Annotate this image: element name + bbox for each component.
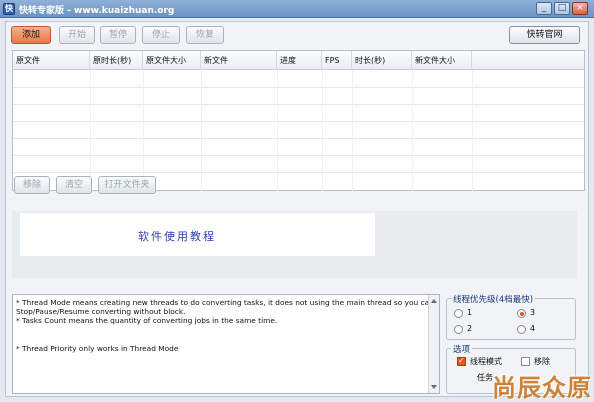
stop-button[interactable]: 停止 — [142, 26, 180, 44]
tutorial-banner-text[interactable]: 软件使用教程 — [138, 228, 216, 244]
priority-radio-2[interactable] — [454, 325, 463, 334]
website-button[interactable]: 快转官网 — [509, 26, 580, 44]
priority-label-3: 3 — [530, 308, 536, 317]
column-header-source-duration[interactable]: 原时长(秒) — [90, 51, 143, 70]
grid-line — [201, 70, 202, 191]
tasks-label: 任务 — [477, 373, 493, 382]
remove-checkbox[interactable] — [521, 357, 530, 366]
grid-line — [277, 70, 278, 191]
column-header-duration[interactable]: 时长(秒) — [352, 51, 412, 70]
grid-line — [13, 155, 584, 156]
file-table[interactable]: 原文件 原时长(秒) 原文件大小 新文件 进度 FPS 时长(秒) 新文件大小 — [12, 50, 585, 191]
scroll-down-icon[interactable] — [431, 385, 437, 389]
window-title: 快转专家版 - www.kuaizhuan.org — [19, 6, 175, 16]
help-line: * Tasks Count means the quantity of conv… — [16, 316, 278, 325]
grid-line — [13, 104, 584, 105]
start-button[interactable]: 开始 — [59, 26, 95, 44]
grid-line — [13, 87, 584, 88]
column-header-source-size[interactable]: 原文件大小 — [143, 51, 201, 70]
column-header-new-size[interactable]: 新文件大小 — [412, 51, 472, 70]
help-line: * Thread Mode means creating new threads… — [16, 298, 434, 307]
priority-radio-1[interactable] — [454, 309, 463, 318]
priority-label-2: 2 — [467, 324, 473, 333]
table-header: 原文件 原时长(秒) 原文件大小 新文件 进度 FPS 时长(秒) 新文件大小 — [13, 51, 584, 70]
tutorial-banner[interactable]: 软件使用教程 — [20, 213, 375, 256]
help-text-box[interactable]: * Thread Mode means creating new threads… — [12, 294, 440, 394]
remove-button[interactable]: 移除 — [14, 176, 50, 194]
resume-button[interactable]: 恢复 — [186, 26, 224, 44]
column-header-fps[interactable]: FPS — [322, 51, 352, 70]
column-header-source-file[interactable]: 原文件 — [13, 51, 90, 70]
thread-priority-group: 线程优先级(4档最快) 1 2 3 4 — [446, 293, 576, 340]
thread-mode-label: 线程模式 — [470, 357, 502, 366]
clear-button[interactable]: 清空 — [56, 176, 92, 194]
thread-priority-title: 线程优先级(4档最快) — [451, 293, 536, 305]
grid-line — [13, 172, 584, 173]
priority-radio-4[interactable] — [517, 325, 526, 334]
column-header-new-file[interactable]: 新文件 — [201, 51, 277, 70]
priority-label-4: 4 — [530, 324, 536, 333]
app-icon: 快 — [3, 3, 15, 15]
help-line: Stop/Pause/Resume converting without blo… — [16, 307, 186, 316]
banner-area: 软件使用教程 — [12, 211, 577, 278]
priority-label-1: 1 — [467, 308, 473, 317]
minimize-button[interactable]: _ — [536, 2, 552, 15]
grid-line — [13, 138, 584, 139]
grid-line — [90, 70, 91, 191]
grid-line — [412, 70, 413, 191]
open-folder-button[interactable]: 打开文件夹 — [98, 176, 156, 194]
remove-label: 移除 — [534, 357, 550, 366]
column-header-progress[interactable]: 进度 — [277, 51, 322, 70]
priority-radio-3[interactable] — [517, 309, 526, 318]
grid-line — [352, 70, 353, 191]
close-button[interactable]: × — [572, 2, 588, 15]
grid-line — [322, 70, 323, 191]
grid-line — [472, 70, 473, 191]
options-title: 选项 — [451, 343, 473, 355]
grid-line — [13, 121, 584, 122]
main-panel: 添加 开始 暂停 停止 恢复 快转官网 原文件 原时长(秒) 原文件大小 新文件… — [5, 21, 589, 397]
title-bar: 快 快转专家版 - www.kuaizhuan.org _ □ × — [0, 0, 594, 18]
maximize-button[interactable]: □ — [554, 2, 570, 15]
help-line: * Thread Priority only works in Thread M… — [16, 344, 179, 353]
vertical-scrollbar[interactable] — [428, 295, 439, 393]
add-button[interactable]: 添加 — [11, 26, 51, 44]
pause-button[interactable]: 暂停 — [100, 26, 136, 44]
thread-mode-checkbox[interactable] — [457, 356, 466, 366]
scroll-up-icon[interactable] — [431, 299, 437, 303]
grid-line — [143, 70, 144, 191]
watermark-logo: 尚辰众原 — [492, 374, 592, 402]
